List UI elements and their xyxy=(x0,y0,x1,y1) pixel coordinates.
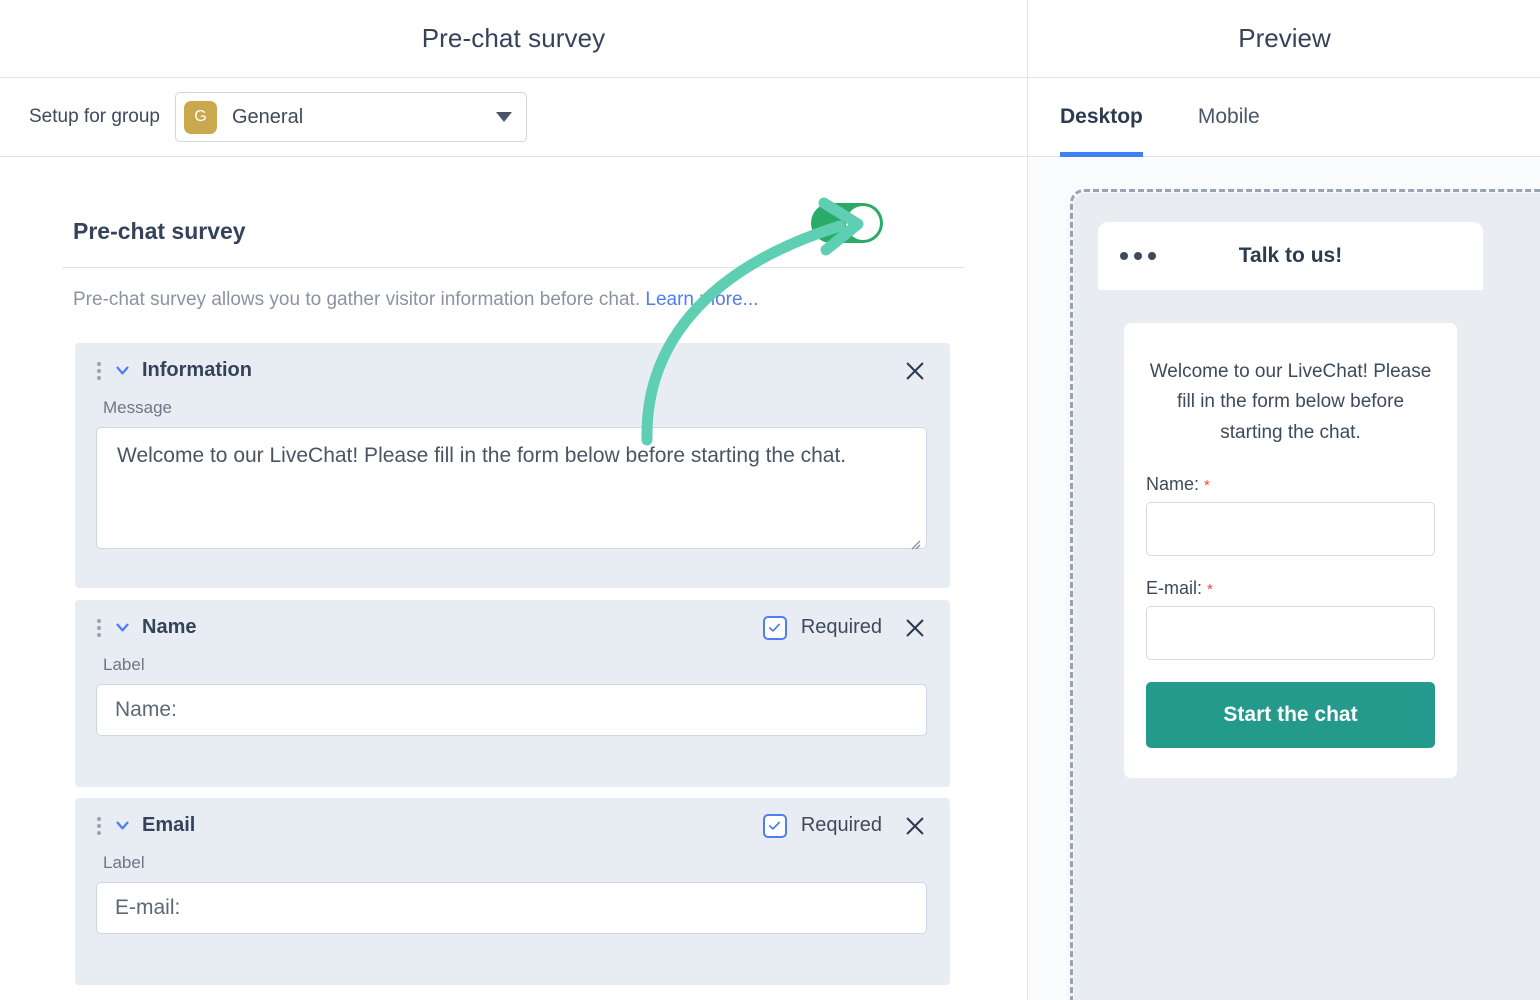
chevron-down-icon[interactable] xyxy=(114,619,131,636)
preview-tabs: Desktop Mobile xyxy=(1028,78,1540,157)
preview-email-label-text: E-mail: xyxy=(1146,578,1203,599)
card-field-label: Label xyxy=(103,853,145,872)
required-checkbox-group[interactable]: Required xyxy=(762,615,882,640)
drag-handle-icon[interactable] xyxy=(97,361,101,380)
left-panel-header: Pre-chat survey xyxy=(0,0,1027,78)
name-label-input-value: Name: xyxy=(115,698,177,721)
chevron-down-icon[interactable] xyxy=(114,817,131,834)
email-label-input[interactable]: E-mail: xyxy=(96,882,927,934)
drag-handle-icon[interactable] xyxy=(97,816,101,835)
preview-name-input[interactable] xyxy=(1146,502,1435,557)
field-card-email: Email Required Label E-mail: xyxy=(75,798,950,985)
chat-widget-titlebar: Talk to us! xyxy=(1098,222,1483,290)
drag-handle-icon[interactable] xyxy=(97,618,101,637)
preview-name-label-text: Name: xyxy=(1146,474,1200,495)
resize-grip-icon[interactable] xyxy=(907,530,921,550)
preview-title: Preview xyxy=(1238,23,1331,53)
card-title: Name xyxy=(142,616,197,638)
prechat-form-preview: Welcome to our LiveChat! Please fill in … xyxy=(1124,323,1457,779)
survey-settings-body: Pre-chat survey Pre-chat survey allows y… xyxy=(0,158,1027,1000)
tab-mobile[interactable]: Mobile xyxy=(1198,78,1260,157)
app-root: Pre-chat survey Setup for group G Genera… xyxy=(0,0,1540,1000)
group-select-dropdown[interactable]: G General xyxy=(174,92,527,142)
group-selector-bar: Setup for group G General xyxy=(0,78,1027,157)
email-label-input-value: E-mail: xyxy=(115,896,181,919)
chevron-down-icon[interactable] xyxy=(114,362,131,379)
card-title: Email xyxy=(142,814,196,836)
required-label: Required xyxy=(800,616,882,638)
card-header: Email Required xyxy=(75,798,950,853)
card-header: Information xyxy=(75,343,950,398)
required-checkbox[interactable] xyxy=(762,813,787,838)
message-textarea[interactable]: Welcome to our LiveChat! Please fill in … xyxy=(96,427,927,550)
preview-stage: Talk to us! Welcome to our LiveChat! Ple… xyxy=(1028,158,1540,1000)
card-title: Information xyxy=(142,359,252,381)
welcome-message: Welcome to our LiveChat! Please fill in … xyxy=(1149,361,1432,443)
group-avatar: G xyxy=(183,100,217,134)
required-label: Required xyxy=(800,814,882,836)
toggle-knob xyxy=(846,206,880,240)
start-chat-button[interactable]: Start the chat xyxy=(1146,682,1435,749)
preview-panel: Preview Desktop Mobile Talk to us! Welco… xyxy=(1027,0,1540,1000)
card-field-label: Message xyxy=(103,398,172,417)
tab-desktop[interactable]: Desktop xyxy=(1060,78,1143,157)
chat-widget-title: Talk to us! xyxy=(1238,244,1343,267)
page-title: Pre-chat survey xyxy=(421,23,606,53)
name-label-input[interactable]: Name: xyxy=(96,684,927,736)
group-selector-label: Setup for group xyxy=(29,106,160,127)
card-header: Name Required xyxy=(75,600,950,655)
required-checkbox[interactable] xyxy=(762,615,787,640)
required-checkbox-group[interactable]: Required xyxy=(762,813,882,838)
section-description-text: Pre-chat survey allows you to gather vis… xyxy=(73,289,641,310)
preview-panel-header: Preview xyxy=(1028,0,1540,78)
close-icon[interactable] xyxy=(904,360,926,382)
required-star-icon: * xyxy=(1207,581,1213,599)
prechat-survey-panel: Pre-chat survey Setup for group G Genera… xyxy=(0,0,1027,1000)
card-field-label: Label xyxy=(103,655,145,674)
chevron-down-icon xyxy=(495,112,512,122)
required-star-icon: * xyxy=(1204,477,1210,495)
preview-name-label: Name: * xyxy=(1146,474,1435,495)
learn-more-link[interactable]: Learn more... xyxy=(645,289,758,310)
prechat-survey-toggle[interactable] xyxy=(811,203,883,243)
group-select-value: General xyxy=(231,105,304,128)
field-card-name: Name Required Label Name: xyxy=(75,600,950,787)
close-icon[interactable] xyxy=(904,815,926,837)
preview-email-input[interactable] xyxy=(1146,606,1435,661)
section-title: Pre-chat survey xyxy=(73,218,246,244)
close-icon[interactable] xyxy=(904,617,926,639)
preview-email-label: E-mail: * xyxy=(1146,578,1435,599)
message-textarea-value: Welcome to our LiveChat! Please fill in … xyxy=(117,444,847,467)
field-card-information: Information Message Welcome to our LiveC… xyxy=(75,343,950,588)
section-description: Pre-chat survey allows you to gather vis… xyxy=(73,289,758,311)
